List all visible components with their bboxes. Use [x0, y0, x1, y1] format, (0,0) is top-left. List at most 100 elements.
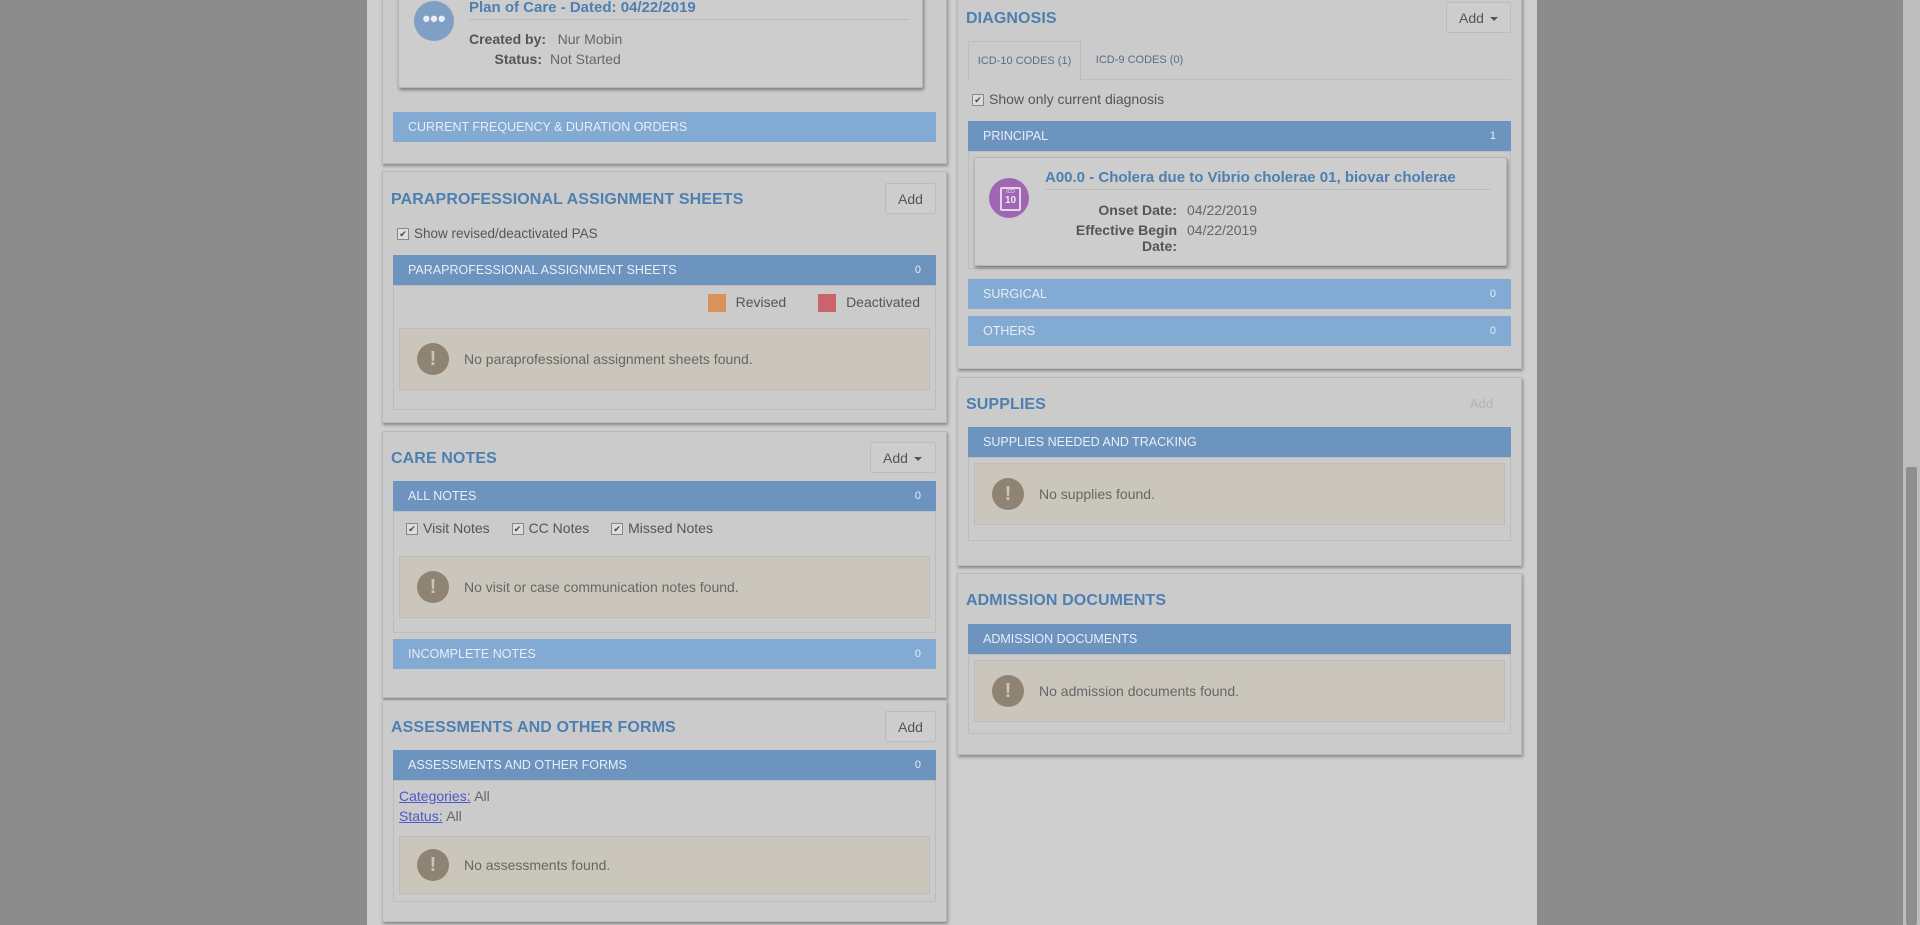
tab-icd10-label: ICD-10 CODES (1)	[977, 55, 1072, 67]
assessments-panel: ASSESSMENTS AND OTHER FORMS Add ASSESSME…	[382, 700, 947, 922]
assessments-add-button[interactable]: Add	[885, 711, 936, 742]
show-current-checkbox[interactable]: ✔ Show only current diagnosis	[972, 91, 1164, 107]
plan-of-care-card[interactable]: ••• Plan of Care - Dated: 04/22/2019 Cre…	[398, 0, 923, 88]
tab-icd10[interactable]: ICD-10 CODES (1)	[968, 41, 1081, 80]
care-notes-add-label: Add	[883, 450, 908, 466]
checkbox-checked-icon: ✔	[511, 523, 524, 536]
pas-bar-label: PARAPROFESSIONAL ASSIGNMENT SHEETS	[408, 263, 677, 277]
status-link[interactable]: Status:	[399, 808, 443, 824]
pas-title: PARAPROFESSIONAL ASSIGNMENT SHEETS	[391, 191, 744, 208]
admission-panel: ADMISSION DOCUMENTS ADMISSION DOCUMENTS …	[957, 573, 1522, 755]
others-label: OTHERS	[983, 324, 1036, 338]
more-dots-icon[interactable]: •••	[414, 1, 454, 41]
all-notes-bar[interactable]: ALL NOTES 0	[393, 481, 936, 511]
care-notes-title: CARE NOTES	[391, 450, 497, 467]
pas-bar-count: 0	[914, 264, 921, 276]
principal-count: 1	[1489, 130, 1496, 142]
created-by-row: Created by: Nur Mobin	[469, 31, 622, 47]
diagnosis-panel: DIAGNOSIS Add ICD-10 CODES (1) ICD-9 COD…	[957, 0, 1522, 369]
pas-add-button[interactable]: Add	[885, 183, 936, 214]
onset-label: Onset Date:	[1098, 202, 1177, 218]
supplies-empty-alert: ! No supplies found.	[974, 463, 1505, 525]
care-notes-add-button[interactable]: Add	[870, 442, 936, 473]
all-notes-label: ALL NOTES	[408, 489, 477, 503]
admission-bar[interactable]: ADMISSION DOCUMENTS	[968, 624, 1511, 654]
status-label: Status:	[494, 51, 542, 67]
missed-notes-label: Missed Notes	[628, 520, 713, 536]
cc-notes-label: CC Notes	[528, 520, 590, 536]
all-notes-count: 0	[914, 490, 921, 502]
created-by-value: Nur Mobin	[557, 31, 623, 47]
admission-bar-label: ADMISSION DOCUMENTS	[983, 632, 1138, 646]
others-count: 0	[1489, 325, 1496, 337]
frequency-orders-bar[interactable]: CURRENT FREQUENCY & DURATION ORDERS	[393, 112, 936, 142]
notes-filters: ✔ Visit Notes ✔ CC Notes ✔ Missed Notes	[406, 520, 713, 536]
show-revised-checkbox[interactable]: ✔ Show revised/deactivated PAS	[397, 226, 598, 241]
assessments-bar[interactable]: ASSESSMENTS AND OTHER FORMS 0	[393, 750, 936, 780]
diagnosis-add-button[interactable]: Add	[1446, 2, 1511, 33]
pas-bar[interactable]: PARAPROFESSIONAL ASSIGNMENT SHEETS 0	[393, 255, 936, 285]
checkbox-checked-icon: ✔	[397, 228, 409, 241]
page-scrollbar[interactable]	[1903, 0, 1920, 925]
divider	[469, 19, 909, 20]
chevron-down-icon	[1489, 17, 1498, 22]
deactivated-swatch	[818, 294, 837, 313]
others-bar[interactable]: OTHERS 0	[968, 316, 1511, 346]
visit-notes-checkbox[interactable]: ✔ Visit Notes	[406, 520, 490, 536]
care-notes-panel: CARE NOTES Add ALL NOTES 0 ✔ Visit Notes …	[382, 431, 947, 698]
pas-empty-alert: ! No paraprofessional assignment sheets …	[399, 328, 930, 390]
onset-label-wrap: Onset Date:	[1045, 202, 1177, 218]
effective-label: Effective Begin Date:	[1075, 222, 1177, 254]
admission-empty-alert: ! No admission documents found.	[974, 660, 1505, 722]
incomplete-notes-bar[interactable]: INCOMPLETE NOTES 0	[393, 639, 936, 669]
exclamation-icon: !	[417, 343, 449, 375]
checkbox-checked-icon: ✔	[611, 523, 624, 536]
scrollbar-thumb[interactable]	[1906, 467, 1917, 925]
admission-empty-message: No admission documents found.	[1039, 683, 1239, 699]
plan-of-care-title[interactable]: Plan of Care - Dated: 04/22/2019	[469, 0, 696, 16]
chevron-down-icon	[913, 457, 922, 462]
tab-icd9[interactable]: ICD-9 CODES (0)	[1083, 41, 1196, 80]
checkbox-checked-icon: ✔	[972, 94, 984, 107]
missed-notes-checkbox[interactable]: ✔ Missed Notes	[611, 520, 713, 536]
surgical-count: 0	[1489, 288, 1496, 300]
exclamation-icon: !	[992, 478, 1024, 510]
notes-empty-message: No visit or case communication notes fou…	[464, 579, 739, 595]
frequency-orders-label: CURRENT FREQUENCY & DURATION ORDERS	[408, 120, 688, 134]
diagnosis-card[interactable]: ICD 10 A00.0 - Cholera due to Vibrio cho…	[974, 157, 1507, 266]
supplies-add-button[interactable]: Add	[1470, 396, 1493, 411]
supplies-bar[interactable]: SUPPLIES NEEDED AND TRACKING	[968, 427, 1511, 457]
checkbox-checked-icon: ✔	[406, 523, 418, 536]
pas-empty-message: No paraprofessional assignment sheets fo…	[464, 351, 753, 367]
divider	[1045, 189, 1491, 190]
incomplete-notes-count: 0	[914, 648, 921, 660]
diagnosis-entry-title[interactable]: A00.0 - Cholera due to Vibrio cholerae 0…	[1045, 169, 1456, 186]
assessments-body: Categories: All Status: All ! No assessm…	[393, 780, 936, 902]
effective-value: 04/22/2019	[1187, 222, 1258, 238]
status-filter-value: All	[446, 808, 462, 824]
categories-link[interactable]: Categories:	[399, 788, 471, 804]
principal-label: PRINCIPAL	[983, 129, 1049, 143]
supplies-empty-message: No supplies found.	[1039, 486, 1155, 502]
effective-label-wrap: Effective Begin Date:	[1045, 222, 1177, 254]
admission-title: ADMISSION DOCUMENTS	[966, 592, 1167, 609]
status-row: Status: All	[399, 808, 462, 824]
principal-bar[interactable]: PRINCIPAL 1	[968, 121, 1511, 151]
surgical-bar[interactable]: SURGICAL 0	[968, 279, 1511, 309]
tab-icd9-label: ICD-9 CODES (0)	[1095, 54, 1184, 66]
assessments-bar-count: 0	[914, 759, 921, 771]
principal-body: ICD 10 A00.0 - Cholera due to Vibrio cho…	[968, 151, 1511, 269]
incomplete-notes-label: INCOMPLETE NOTES	[408, 647, 536, 661]
diagnosis-add-label: Add	[1459, 10, 1484, 26]
notes-body: ✔ Visit Notes ✔ CC Notes ✔ Missed Notes ! N…	[393, 511, 936, 633]
main-content: ••• Plan of Care - Dated: 04/22/2019 Cre…	[367, 0, 1537, 925]
pas-panel: PARAPROFESSIONAL ASSIGNMENT SHEETS Add ✔…	[382, 171, 947, 423]
surgical-label: SURGICAL	[983, 287, 1047, 301]
cc-notes-checkbox[interactable]: ✔ CC Notes	[511, 520, 590, 536]
assessments-empty-message: No assessments found.	[464, 857, 611, 873]
exclamation-icon: !	[417, 571, 449, 603]
legend-deactivated: Deactivated	[846, 294, 920, 310]
onset-value: 04/22/2019	[1187, 202, 1258, 218]
assessments-empty-alert: ! No assessments found.	[399, 836, 930, 894]
revised-swatch	[707, 294, 726, 313]
